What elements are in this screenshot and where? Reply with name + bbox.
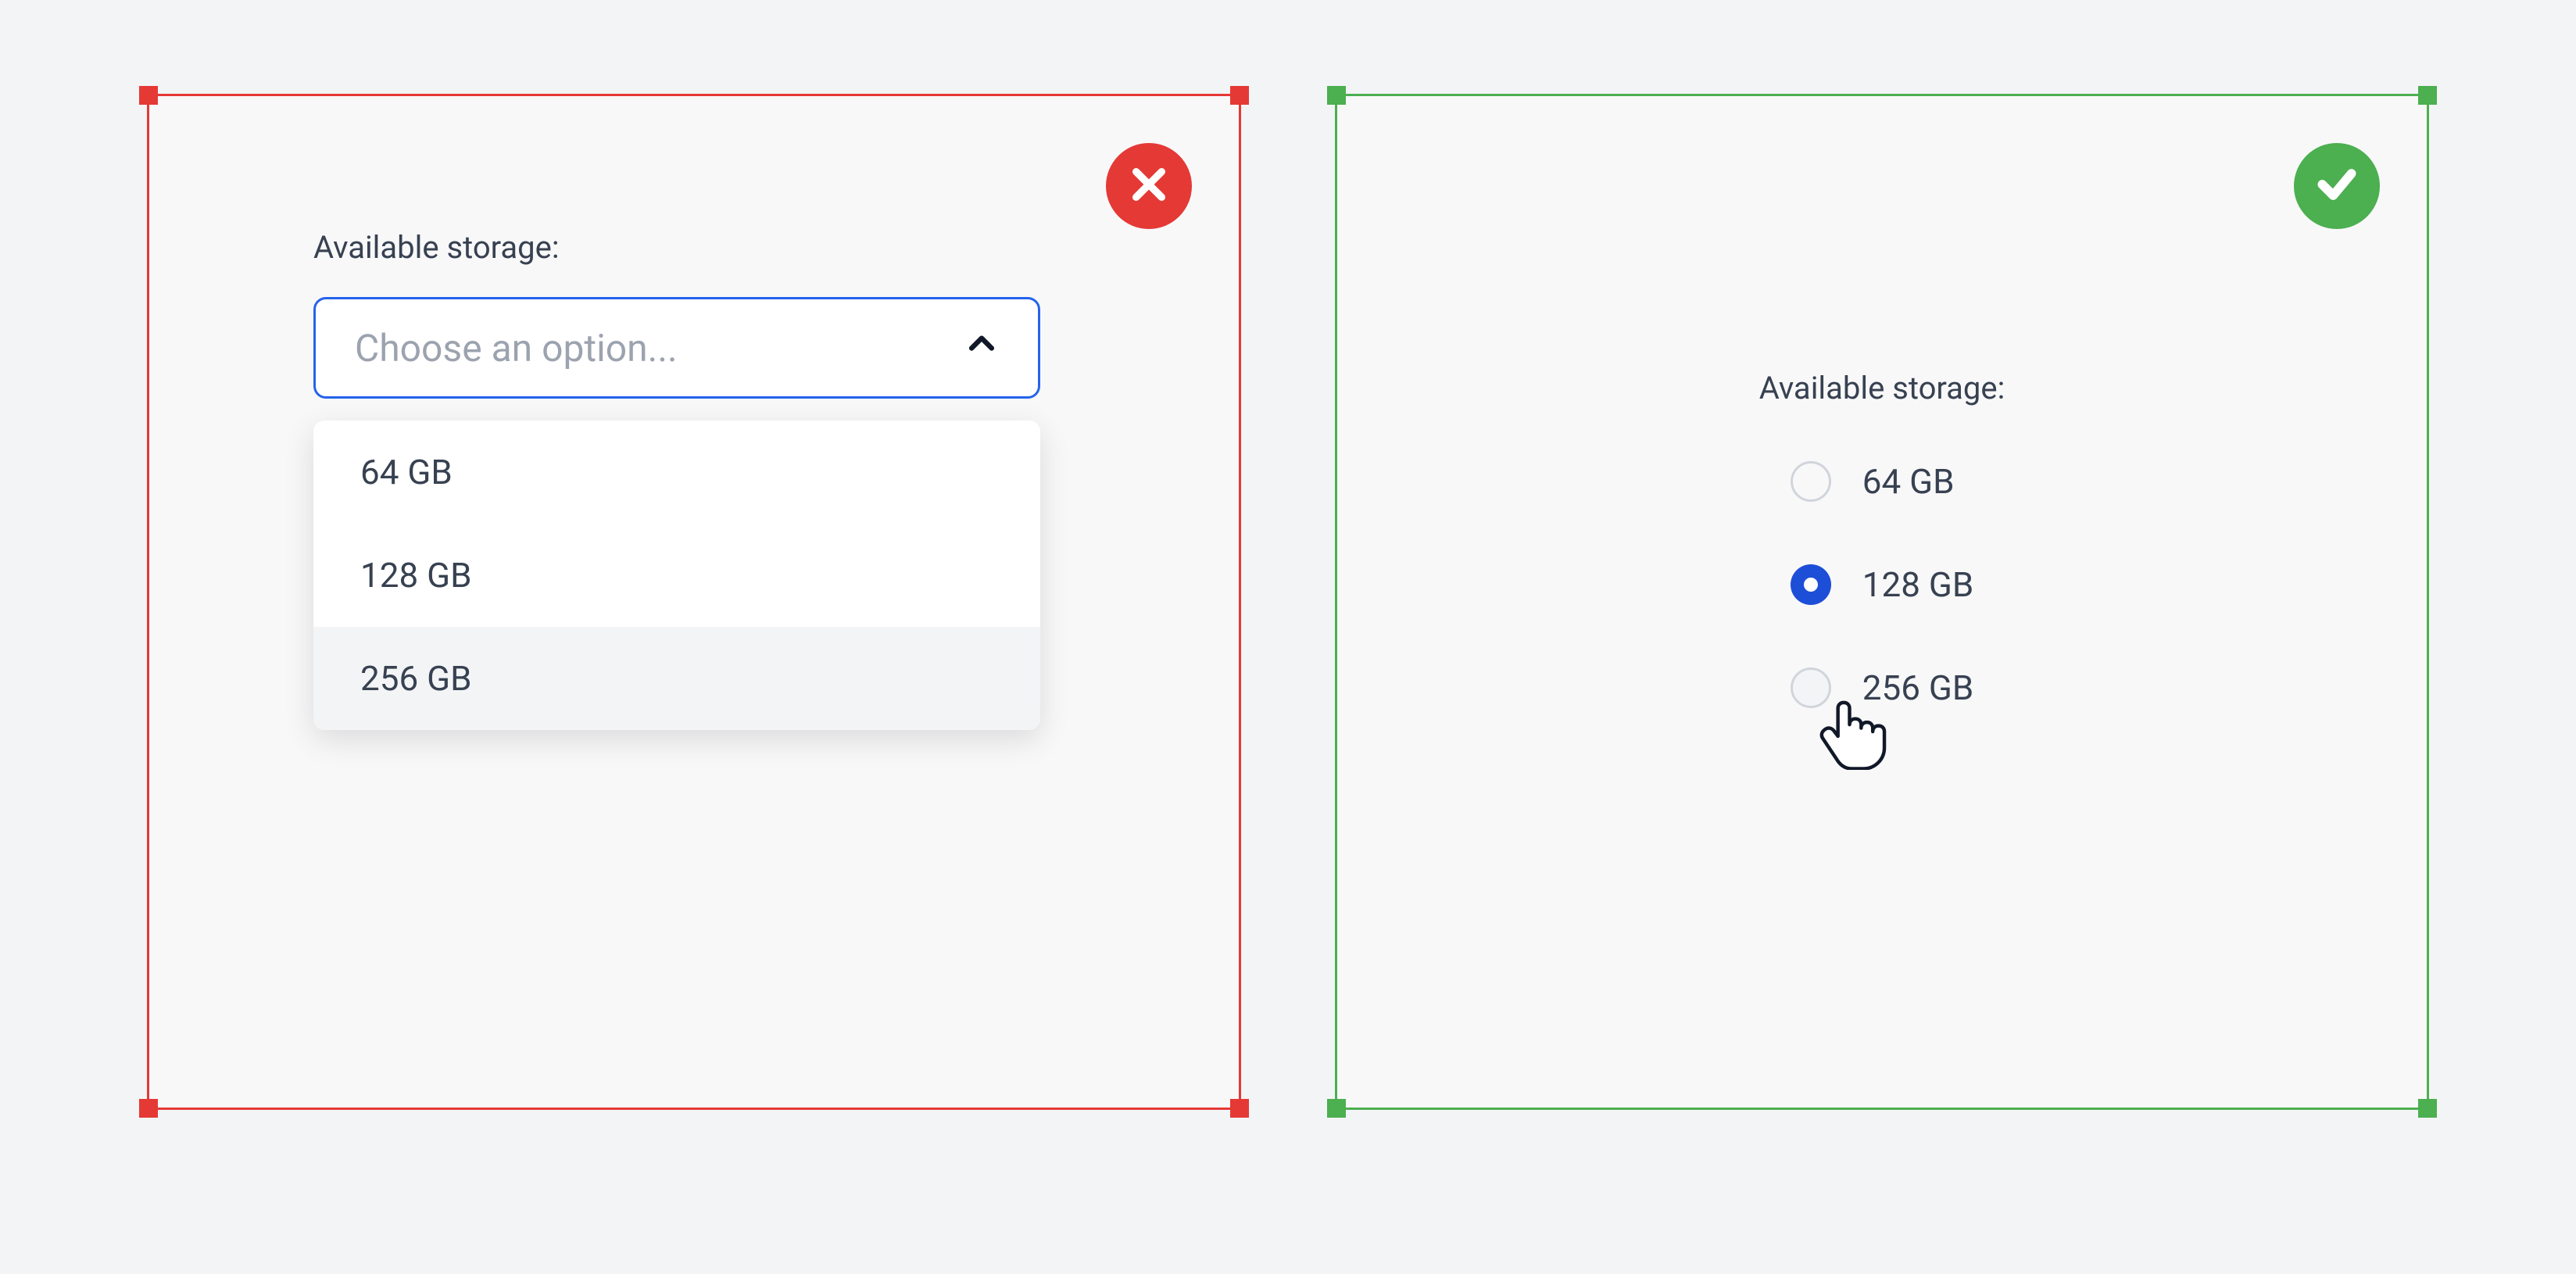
selection-handle bbox=[1327, 86, 1346, 105]
check-icon bbox=[2315, 163, 2359, 209]
selection-handle bbox=[2418, 1099, 2437, 1118]
x-icon bbox=[1127, 163, 1171, 209]
storage-select[interactable]: Choose an option... bbox=[313, 297, 1040, 399]
radio-demo: Available storage: 64 GB 128 GB 256 GB bbox=[1337, 370, 2427, 708]
radio-label: 64 GB bbox=[1862, 461, 1955, 502]
dropdown-option[interactable]: 128 GB bbox=[313, 524, 1040, 627]
good-badge bbox=[2294, 143, 2380, 229]
select-placeholder: Choose an option... bbox=[355, 326, 678, 370]
dropdown-option[interactable]: 256 GB bbox=[313, 627, 1040, 730]
radio-icon bbox=[1791, 461, 1831, 502]
field-label: Available storage: bbox=[1759, 370, 2005, 406]
good-example-box: Available storage: 64 GB 128 GB 256 GB bbox=[1335, 94, 2429, 1110]
selection-handle bbox=[2418, 86, 2437, 105]
chevron-up-icon bbox=[964, 326, 999, 370]
radio-icon bbox=[1791, 564, 1831, 605]
radio-option-64gb[interactable]: 64 GB bbox=[1791, 461, 1955, 502]
dropdown-demo: Available storage: Choose an option... 6… bbox=[313, 229, 1040, 730]
selection-handle bbox=[139, 1099, 158, 1118]
radio-label: 128 GB bbox=[1862, 564, 1973, 605]
selection-handle bbox=[1230, 86, 1249, 105]
field-label: Available storage: bbox=[313, 229, 1040, 266]
selection-handle bbox=[139, 86, 158, 105]
radio-label: 256 GB bbox=[1862, 667, 1973, 708]
dropdown-listbox: 64 GB 128 GB 256 GB bbox=[313, 420, 1040, 730]
dropdown-option[interactable]: 64 GB bbox=[313, 420, 1040, 524]
radio-icon bbox=[1791, 667, 1831, 708]
bad-badge bbox=[1106, 143, 1192, 229]
radio-option-256gb[interactable]: 256 GB bbox=[1791, 667, 1973, 708]
radio-option-128gb[interactable]: 128 GB bbox=[1791, 564, 1973, 605]
storage-radio-group: 64 GB 128 GB 256 GB bbox=[1791, 461, 1973, 708]
selection-handle bbox=[1327, 1099, 1346, 1118]
bad-example-box: Available storage: Choose an option... 6… bbox=[147, 94, 1241, 1110]
selection-handle bbox=[1230, 1099, 1249, 1118]
